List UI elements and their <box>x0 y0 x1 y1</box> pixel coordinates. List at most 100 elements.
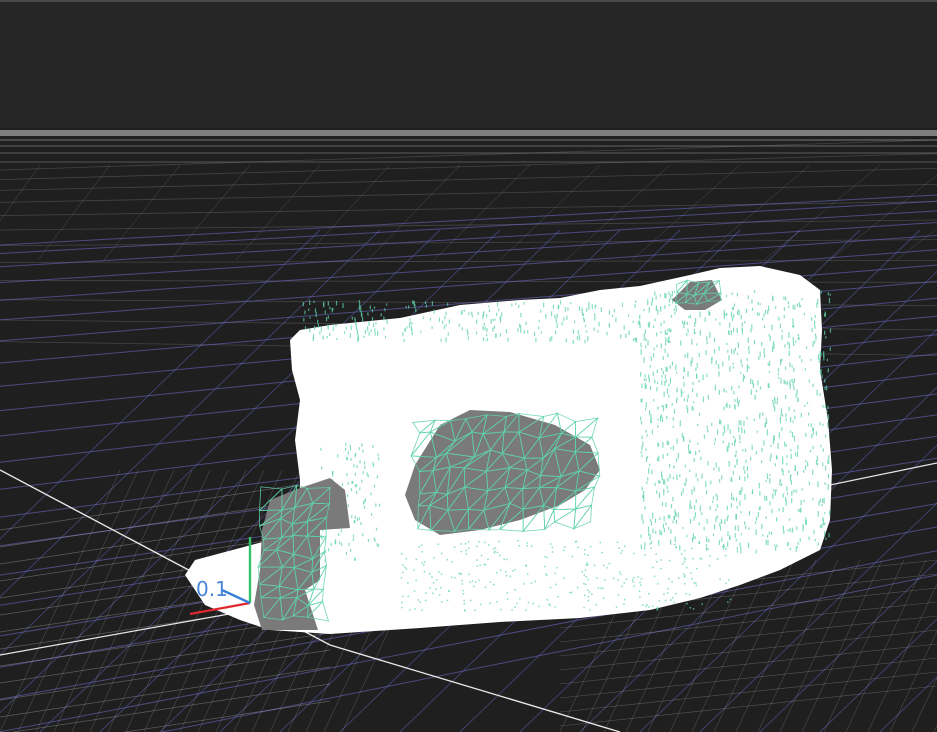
mesh-speckle-dot <box>719 525 722 531</box>
mesh-speckle-dot <box>808 379 810 383</box>
mesh-speckle-dot <box>347 481 349 485</box>
mesh-speckle-dot <box>504 571 507 573</box>
mesh-speckle-dot <box>776 397 779 401</box>
mesh-speckle-dot <box>658 455 660 462</box>
mesh-speckle-dot <box>587 554 589 556</box>
mesh-speckle-dot <box>404 566 406 569</box>
mesh-speckle-dot <box>730 503 732 508</box>
mesh-speckle-dot <box>784 344 786 348</box>
mesh-speckle-dot <box>671 290 673 297</box>
mesh-speckle-dot <box>363 461 366 465</box>
mesh-speckle-dot <box>757 511 759 518</box>
mesh-speckle-dot <box>666 367 668 372</box>
mesh-speckle-dot <box>709 311 711 316</box>
mesh-speckle-dot <box>308 308 310 312</box>
mesh-speckle-dot <box>440 552 443 555</box>
mesh-speckle-dot <box>665 379 667 383</box>
mesh-speckle-dot <box>423 561 426 563</box>
mesh-speckle-dot <box>363 500 365 504</box>
mesh-speckle-dot <box>554 606 557 608</box>
mesh-speckle-dot <box>822 448 824 452</box>
mesh-speckle-dot <box>829 293 831 296</box>
mesh-speckle-dot <box>782 414 784 417</box>
mesh-speckle-dot <box>667 339 669 343</box>
mesh-speckle-dot <box>695 473 697 478</box>
mesh-speckle-dot <box>584 583 587 586</box>
mesh-speckle-dot <box>364 465 366 469</box>
mesh-speckle-dot <box>706 336 708 341</box>
mesh-speckle-dot <box>770 531 773 535</box>
3d-viewport[interactable]: 0.1 <box>0 0 937 732</box>
mesh-speckle-dot <box>762 412 764 416</box>
mesh-speckle-dot <box>641 486 643 491</box>
mesh-speckle-dot <box>812 445 814 450</box>
mesh-speckle-dot <box>695 499 697 503</box>
mesh-speckle-dot <box>825 385 828 391</box>
mesh-speckle-dot <box>821 503 823 507</box>
mesh-speckle-dot <box>640 342 642 348</box>
mesh-speckle-dot <box>479 564 481 566</box>
mesh-speckle-dot <box>812 341 814 348</box>
mesh-speckle-dot <box>326 335 328 339</box>
mesh-speckle-dot <box>732 496 735 501</box>
mesh-speckle-dot <box>772 493 774 499</box>
mesh-speckle-dot <box>768 383 770 388</box>
mesh-speckle-dot <box>696 363 698 368</box>
mesh-speckle-dot <box>829 510 831 516</box>
mesh-speckle-dot <box>368 321 370 326</box>
mesh-speckle-dot <box>785 296 787 301</box>
mesh-speckle-dot <box>570 591 573 594</box>
mesh-speckle-dot <box>696 567 698 570</box>
mesh-speckle-dot <box>645 337 647 342</box>
mesh-speckle-dot <box>472 585 475 588</box>
mesh-speckle-dot <box>597 587 600 589</box>
mesh-speckle-dot <box>402 571 404 574</box>
mesh-speckle-dot <box>651 429 653 435</box>
mesh-speckle-dot <box>765 516 767 520</box>
mesh-speckle-dot <box>729 365 731 372</box>
mesh-speckle-dot <box>646 481 648 485</box>
mesh-speckle-dot <box>685 592 687 595</box>
mesh-speckle-dot <box>540 331 543 334</box>
mesh-speckle-dot <box>746 466 748 471</box>
mesh-speckle-dot <box>648 467 650 474</box>
mesh-speckle-dot <box>627 314 630 317</box>
mesh-speckle-dot <box>755 529 757 536</box>
mesh-speckle-dot <box>588 301 590 307</box>
mesh-speckle-dot <box>718 363 720 370</box>
mesh-speckle-dot <box>701 473 703 479</box>
mesh-speckle-dot <box>653 398 655 402</box>
mesh-speckle-dot <box>557 305 559 310</box>
mesh-speckle-dot <box>716 504 718 508</box>
mesh-speckle-dot <box>673 308 675 311</box>
mesh-speckle-dot <box>637 321 639 325</box>
mesh-speckle-dot <box>706 425 708 429</box>
mesh-speckle-dot <box>620 334 622 339</box>
mesh-speckle-dot <box>684 464 686 468</box>
mesh-speckle-dot <box>663 320 665 324</box>
mesh-speckle-dot <box>503 558 505 560</box>
mesh-speckle-dot <box>366 472 368 476</box>
mesh-speckle-dot <box>644 554 646 556</box>
mesh-speckle-dot <box>774 406 776 412</box>
mesh-speckle-dot <box>662 355 664 360</box>
mesh-speckle-dot <box>670 599 672 601</box>
mesh-speckle-dot <box>736 505 738 509</box>
mesh-speckle-dot <box>786 381 789 385</box>
mesh-speckle-dot <box>650 520 653 526</box>
mesh-speckle-dot <box>669 340 671 343</box>
mesh-speckle-dot <box>516 602 518 605</box>
mesh-speckle-dot <box>666 592 669 594</box>
mesh-speckle-dot <box>805 432 807 437</box>
mesh-speckle-dot <box>342 303 344 309</box>
mesh-speckle-dot <box>729 598 732 601</box>
mesh-speckle-dot <box>709 505 711 510</box>
mesh-speckle-dot <box>499 316 502 320</box>
mesh-speckle-dot <box>484 586 487 589</box>
mesh-speckle-dot <box>647 526 650 533</box>
mesh-speckle-dot <box>703 526 705 531</box>
mesh-speckle-dot <box>656 369 658 374</box>
mesh-speckle-dot <box>684 320 686 325</box>
mesh-speckle-dot <box>720 419 722 425</box>
scene-canvas[interactable]: 0.1 <box>0 0 937 732</box>
